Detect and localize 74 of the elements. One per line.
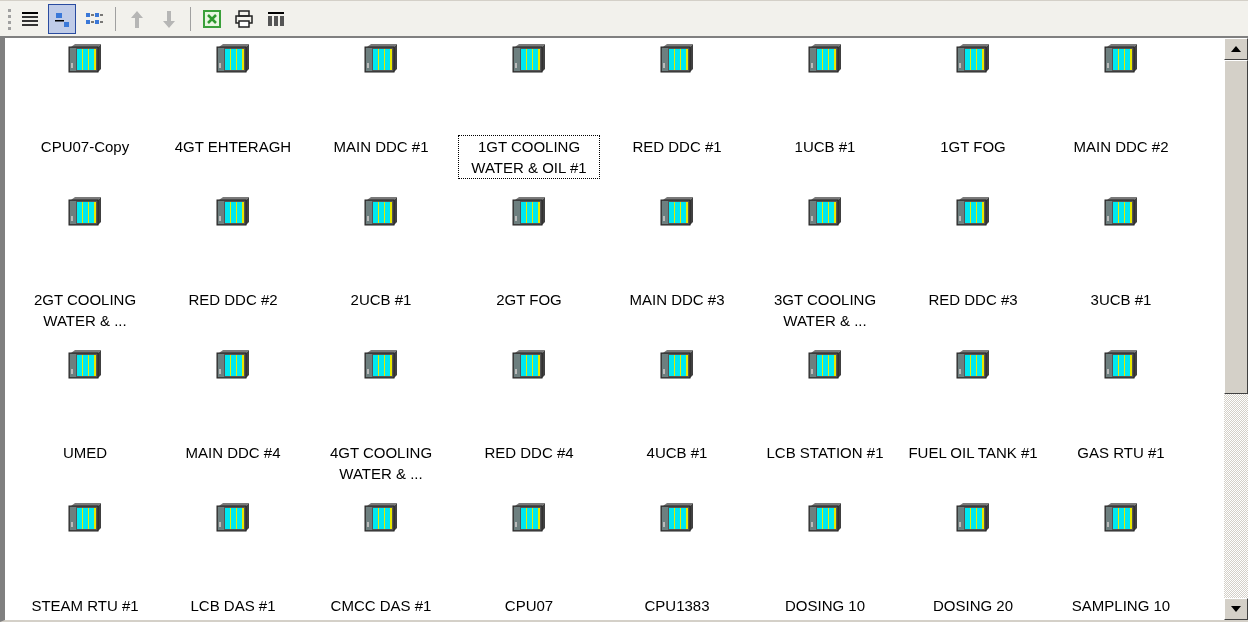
device-label[interactable]: CPU07 (458, 594, 600, 617)
device-label[interactable]: CPU1383 (606, 594, 748, 617)
device-label[interactable]: MAIN DDC #4 (162, 441, 304, 464)
device-label[interactable]: LCB DAS #1 (162, 594, 304, 617)
plc-rack-icon (68, 43, 102, 73)
plc-rack-icon (660, 196, 694, 226)
plc-rack-icon (1104, 502, 1138, 532)
plc-rack-icon (512, 196, 546, 226)
plc-rack-icon (1104, 349, 1138, 379)
plc-rack-icon (956, 43, 990, 73)
plc-rack-icon (956, 502, 990, 532)
plc-rack-icon (512, 349, 546, 379)
device-label[interactable]: 1GT COOLING WATER & OIL #1 (458, 135, 600, 179)
plc-rack-icon (512, 502, 546, 532)
device-label[interactable]: DOSING 10 (754, 594, 896, 617)
spreadsheet-icon (201, 7, 223, 30)
plc-rack-icon (1104, 43, 1138, 73)
device-label[interactable]: MAIN DDC #2 (1050, 135, 1192, 158)
grip-icon (8, 6, 12, 31)
toolbar-button[interactable] (48, 3, 76, 34)
device-label[interactable]: 2GT COOLING WATER & ... (14, 288, 156, 332)
device-label[interactable]: 1UCB #1 (754, 135, 896, 158)
up-triangle-icon (1231, 46, 1241, 52)
plc-rack-icon (216, 43, 250, 73)
down-triangle-icon (1231, 606, 1241, 612)
device-label[interactable]: 4GT COOLING WATER & ... (310, 441, 452, 485)
plc-rack-icon (956, 196, 990, 226)
scroll-up-button[interactable] (1224, 38, 1248, 60)
plc-rack-icon (808, 349, 842, 379)
device-label[interactable]: GAS RTU #1 (1050, 441, 1192, 464)
plc-rack-icon (808, 196, 842, 226)
plc-rack-icon (68, 196, 102, 226)
device-label[interactable]: CMCC DAS #1 (310, 594, 452, 617)
plc-rack-icon (216, 502, 250, 532)
device-label[interactable]: RED DDC #1 (606, 135, 748, 158)
device-label[interactable]: MAIN DDC #3 (606, 288, 748, 311)
plc-rack-icon (660, 43, 694, 73)
plc-rack-icon (660, 502, 694, 532)
plc-rack-icon (68, 349, 102, 379)
device-label[interactable]: MAIN DDC #1 (310, 135, 452, 158)
plc-rack-icon (808, 43, 842, 73)
scroll-down-button[interactable] (1224, 598, 1248, 620)
plc-rack-icon (808, 502, 842, 532)
device-label[interactable]: STEAM RTU #1 (14, 594, 156, 617)
device-label[interactable]: 1GT FOG (902, 135, 1044, 158)
plc-rack-icon (364, 43, 398, 73)
plc-rack-icon (512, 43, 546, 73)
device-label[interactable]: SAMPLING 10 (1050, 594, 1192, 617)
plc-rack-icon (956, 349, 990, 379)
device-label[interactable]: RED DDC #2 (162, 288, 304, 311)
plc-rack-icon (216, 349, 250, 379)
plc-rack-icon (364, 196, 398, 226)
device-label[interactable]: UMED (14, 441, 156, 464)
device-label[interactable]: 3GT COOLING WATER & ... (754, 288, 896, 332)
device-label[interactable]: 4GT EHTERAGH (162, 135, 304, 158)
plc-rack-icon (364, 502, 398, 532)
device-label[interactable]: RED DDC #3 (902, 288, 1044, 311)
scroll-thumb[interactable] (1224, 60, 1248, 394)
device-label[interactable]: 3UCB #1 (1050, 288, 1192, 311)
plc-rack-icon (68, 502, 102, 532)
print-icon (233, 7, 255, 30)
plc-rack-icon (364, 349, 398, 379)
device-label[interactable]: 2UCB #1 (310, 288, 452, 311)
device-label[interactable]: FUEL OIL TANK #1 (902, 441, 1044, 464)
device-label[interactable]: RED DDC #4 (458, 441, 600, 464)
plc-rack-icon (216, 196, 250, 226)
device-label[interactable]: CPU07-Copy (14, 135, 156, 158)
plc-rack-icon (660, 349, 694, 379)
device-label[interactable]: DOSING 20 (902, 594, 1044, 617)
plc-rack-icon (1104, 196, 1138, 226)
device-label[interactable]: 2GT FOG (458, 288, 600, 311)
device-label[interactable]: LCB STATION #1 (754, 441, 896, 464)
device-label[interactable]: 4UCB #1 (606, 441, 748, 464)
scrollbar[interactable] (1224, 38, 1248, 620)
